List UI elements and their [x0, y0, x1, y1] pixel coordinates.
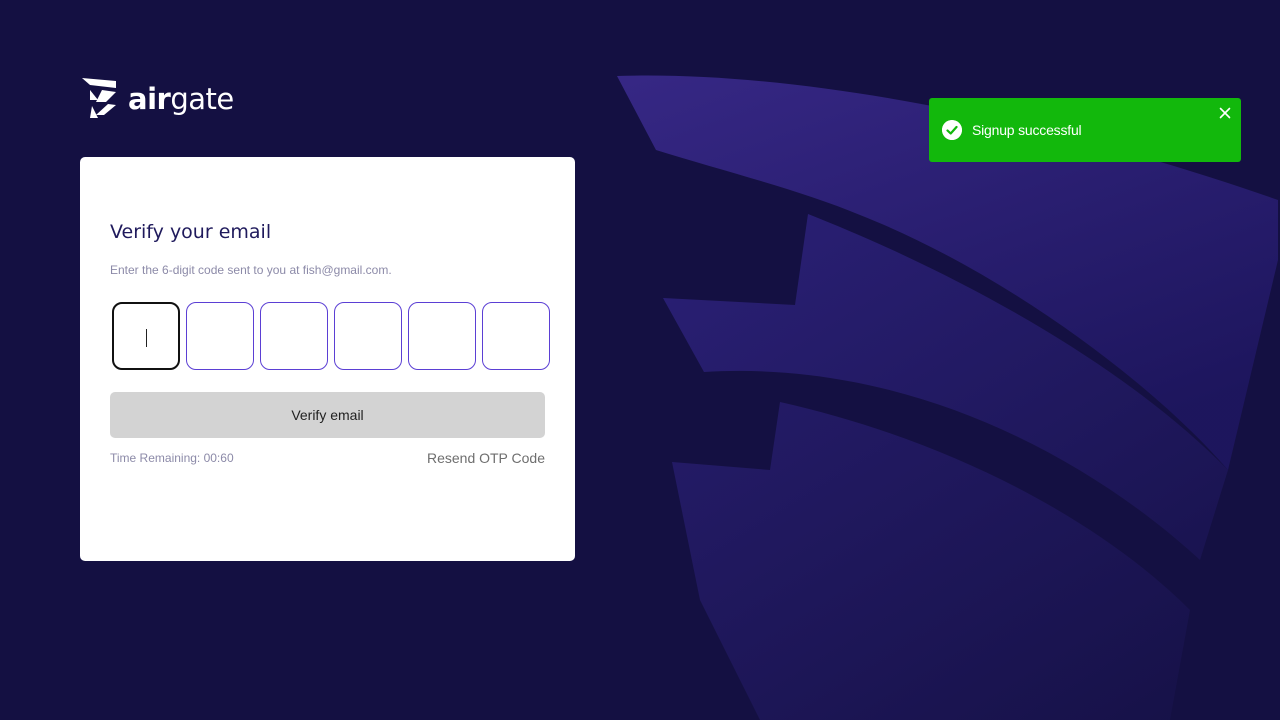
verify-email-card: Verify your email Enter the 6-digit code…: [80, 157, 575, 561]
verify-instructions: Enter the 6-digit code sent to you at fi…: [110, 263, 392, 277]
resend-otp-link[interactable]: Resend OTP Code: [427, 450, 545, 466]
text-caret: [146, 329, 147, 347]
otp-timer: Time Remaining: 00:60: [110, 451, 234, 465]
logo-wordmark-bold: air: [128, 82, 171, 116]
otp-digit-5[interactable]: [408, 302, 476, 370]
toast-message: Signup successful: [972, 122, 1082, 138]
check-circle-icon: [942, 120, 962, 140]
logo-wordmark-light: gate: [170, 82, 234, 116]
success-toast: Signup successful: [929, 98, 1241, 162]
otp-digit-3[interactable]: [260, 302, 328, 370]
page-title: Verify your email: [110, 221, 272, 243]
logo-wordmark: airgate: [128, 78, 234, 120]
otp-digit-4[interactable]: [334, 302, 402, 370]
otp-digit-1[interactable]: [112, 302, 180, 370]
otp-digit-2[interactable]: [186, 302, 254, 370]
close-icon[interactable]: [1219, 107, 1231, 119]
airgate-logo-icon: [82, 78, 116, 118]
otp-input-group: [112, 302, 550, 370]
otp-digit-6[interactable]: [482, 302, 550, 370]
verify-email-button[interactable]: Verify email: [110, 392, 545, 438]
page: airgate Verify your email Enter the 6-di…: [0, 0, 1280, 720]
airgate-logo[interactable]: airgate: [82, 78, 234, 120]
